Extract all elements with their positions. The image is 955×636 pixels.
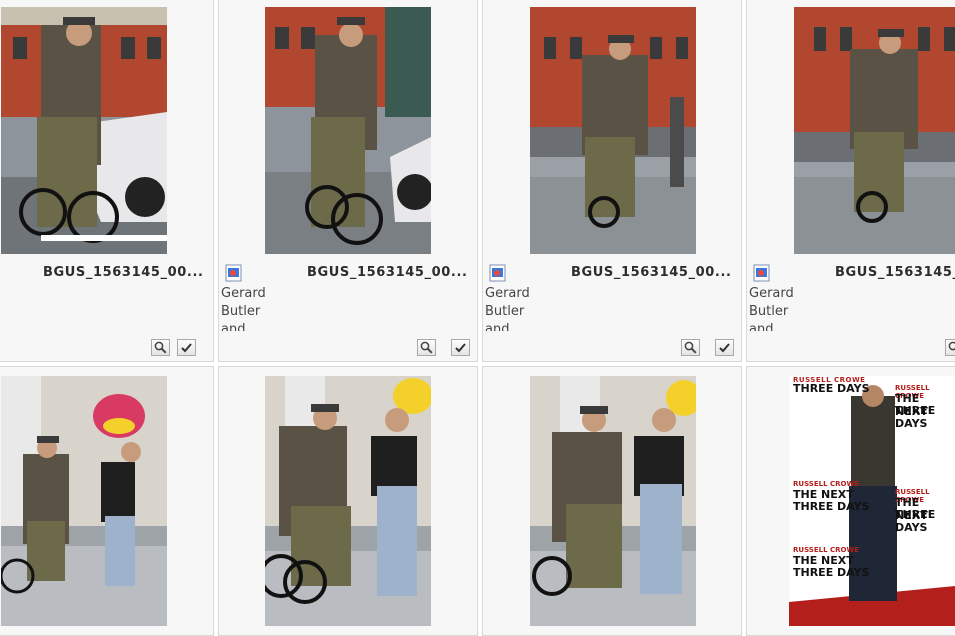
photo-thumbnail[interactable] xyxy=(789,376,955,626)
photo-card[interactable]: BGUS_1563145_00... Gerard Butler and xyxy=(746,0,955,362)
photo-card[interactable]: RUSSELL CROWE RUSSELL CROWE THE NEXT THR… xyxy=(746,366,955,636)
photo-description: Gerard Butler and xyxy=(749,286,794,331)
file-name: BGUS_1563145_00... xyxy=(835,265,955,280)
photo-thumbnail[interactable] xyxy=(794,7,955,254)
magnifier-icon xyxy=(948,341,955,351)
select-button[interactable] xyxy=(451,339,470,356)
magnifier-icon xyxy=(154,341,167,354)
photo-description: Gerard Butler and xyxy=(221,286,266,331)
photo-thumbnail[interactable] xyxy=(530,7,696,254)
file-name: BGUS_1563145_00... xyxy=(307,265,468,280)
select-button[interactable] xyxy=(177,339,196,356)
checkmark-icon xyxy=(719,343,730,353)
image-file-icon xyxy=(225,264,242,282)
photo-card[interactable]: BGUS_1563145_00... Gerard Butler and xyxy=(218,0,478,362)
photo-card[interactable] xyxy=(0,366,214,636)
file-name: BGUS_1563145_00... xyxy=(43,265,204,280)
file-name: BGUS_1563145_00... xyxy=(571,265,732,280)
magnifier-icon xyxy=(420,341,433,354)
zoom-button[interactable] xyxy=(681,339,700,356)
zoom-button[interactable] xyxy=(417,339,436,356)
photo-description: Gerard Butler and xyxy=(485,286,530,331)
zoom-button[interactable] xyxy=(151,339,170,356)
photo-thumbnail[interactable] xyxy=(1,376,167,626)
image-file-icon xyxy=(753,264,770,282)
select-button[interactable] xyxy=(715,339,734,356)
magnifier-icon xyxy=(684,341,697,354)
photo-thumbnail[interactable] xyxy=(265,376,431,626)
thumbnail-grid: BGUS_1563145_00... BGUS_1563145_00... Ge… xyxy=(0,0,955,636)
photo-card[interactable] xyxy=(218,366,478,636)
photo-thumbnail[interactable] xyxy=(530,376,696,626)
photo-card[interactable] xyxy=(482,366,742,636)
photo-card[interactable]: BGUS_1563145_00... xyxy=(0,0,214,362)
zoom-button[interactable] xyxy=(945,339,955,356)
checkmark-icon xyxy=(455,343,466,353)
image-file-icon xyxy=(489,264,506,282)
photo-thumbnail[interactable] xyxy=(1,7,167,254)
checkmark-icon xyxy=(181,343,192,353)
photo-thumbnail[interactable] xyxy=(265,7,431,254)
photo-card[interactable]: BGUS_1563145_00... Gerard Butler and xyxy=(482,0,742,362)
